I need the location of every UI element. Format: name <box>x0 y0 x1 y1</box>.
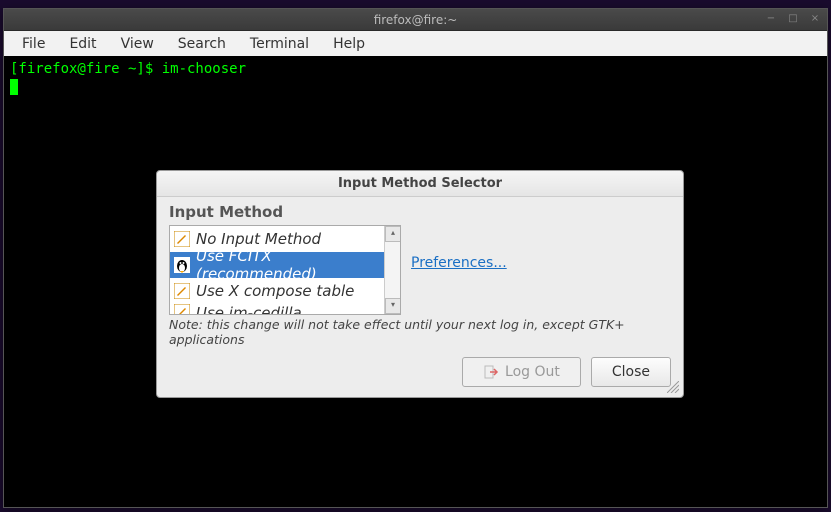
logout-button: Log Out <box>462 357 581 387</box>
menu-edit[interactable]: Edit <box>59 33 106 55</box>
menu-view[interactable]: View <box>111 33 164 55</box>
scrollbar[interactable]: ▴ ▾ <box>384 226 400 314</box>
input-method-list: No Input Method Use FCITX (recommended) … <box>169 225 401 315</box>
list-item[interactable]: Use X compose table <box>170 278 384 304</box>
penguin-icon <box>174 257 190 273</box>
pencil-icon <box>174 304 190 315</box>
cursor <box>10 79 18 95</box>
shell-command: im-chooser <box>162 61 246 77</box>
close-button[interactable]: Close <box>591 357 671 387</box>
titlebar-buttons: − □ × <box>765 13 821 25</box>
list-item-label: Use FCITX (recommended) <box>196 247 380 283</box>
menu-terminal[interactable]: Terminal <box>240 33 319 55</box>
shell-prompt: [firefox@fire ~]$ <box>10 61 162 77</box>
note-text: Note: this change will not take effect u… <box>169 317 671 347</box>
section-label: Input Method <box>169 203 671 221</box>
list-item-label: No Input Method <box>196 230 321 248</box>
pencil-icon <box>174 231 190 247</box>
close-label: Close <box>612 364 650 380</box>
menu-help[interactable]: Help <box>323 33 375 55</box>
maximize-button[interactable]: □ <box>787 13 799 25</box>
minimize-button[interactable]: − <box>765 13 777 25</box>
list-item[interactable]: Use im-cedilla <box>170 304 384 315</box>
menubar: File Edit View Search Terminal Help <box>4 31 827 56</box>
dialog-buttons: Log Out Close <box>169 357 671 387</box>
terminal-body[interactable]: [firefox@fire ~]$ im-chooser <box>4 56 827 100</box>
dialog-title[interactable]: Input Method Selector <box>157 171 683 197</box>
logout-label: Log Out <box>505 364 560 380</box>
list-item-label: Use im-cedilla <box>196 304 302 315</box>
resize-grip[interactable] <box>667 381 681 395</box>
logout-icon <box>483 364 499 380</box>
titlebar[interactable]: firefox@fire:~ − □ × <box>4 9 827 31</box>
scroll-up-button[interactable]: ▴ <box>385 226 401 242</box>
menu-search[interactable]: Search <box>168 33 236 55</box>
list-item-label: Use X compose table <box>196 282 354 300</box>
close-window-button[interactable]: × <box>809 13 821 25</box>
menu-file[interactable]: File <box>12 33 55 55</box>
window-title: firefox@fire:~ <box>374 13 458 27</box>
list-item[interactable]: Use FCITX (recommended) <box>170 252 384 278</box>
im-selector-dialog: Input Method Selector Input Method No In… <box>156 170 684 398</box>
pencil-icon <box>174 283 190 299</box>
preferences-link[interactable]: Preferences... <box>411 255 507 271</box>
scroll-down-button[interactable]: ▾ <box>385 298 401 314</box>
